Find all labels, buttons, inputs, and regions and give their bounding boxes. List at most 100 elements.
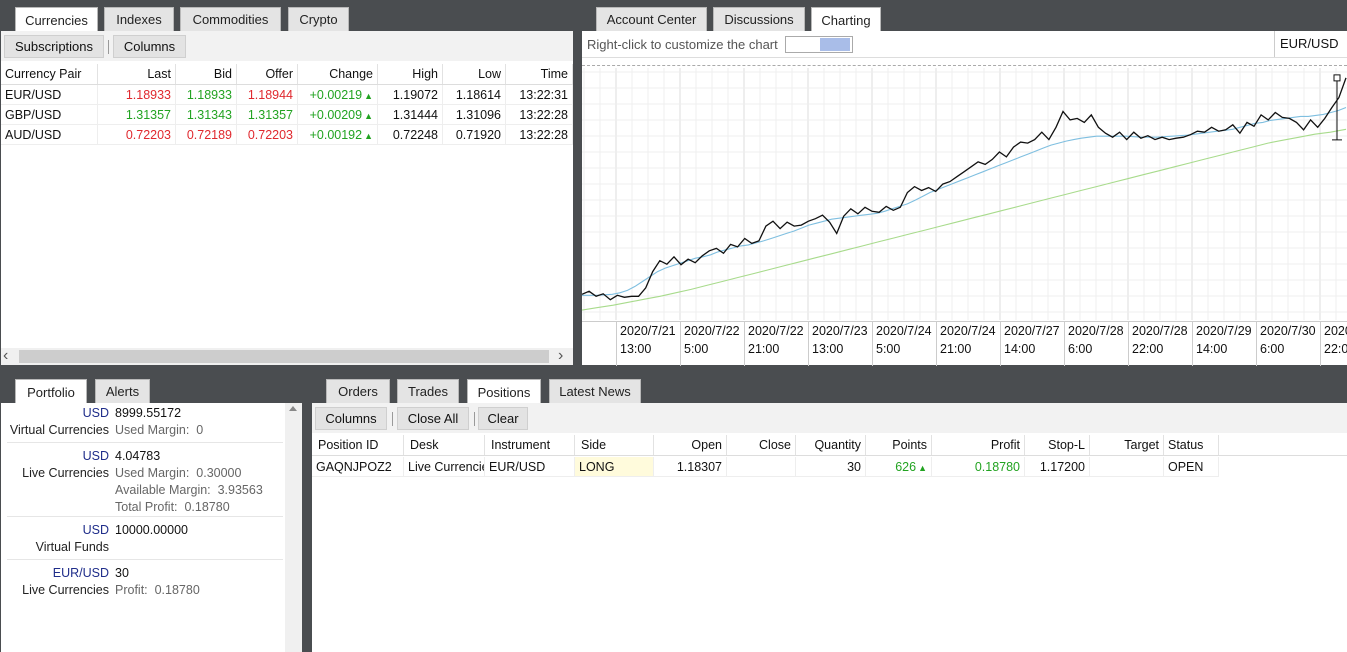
vertical-scrollbar[interactable] (285, 403, 302, 652)
cell-low: 1.31096 (443, 105, 506, 125)
tab-commodities[interactable]: Commodities (180, 7, 281, 31)
cell-close (727, 457, 796, 477)
col-header-profit[interactable]: Profit (932, 435, 1025, 455)
last-price-marker[interactable] (1333, 74, 1341, 82)
table-row[interactable]: GBP/USD 1.31357 1.31343 1.31357 +0.00209 ▲ 1.3… (1, 105, 573, 125)
x-tick-date: 2020/7/28 (1132, 324, 1188, 338)
cell-pair-value: GBP/USD (5, 108, 62, 122)
col-header-bid[interactable]: Bid (176, 64, 237, 84)
tab-orders[interactable]: Orders (326, 379, 390, 403)
x-tick-label: 2020/7/22 5:00 (680, 322, 744, 366)
portfolio-detail: Total Profit: 0.18780 (115, 500, 230, 514)
cell-last-value: 1.31357 (125, 108, 171, 122)
positions-header: Position ID Desk Instrument Side Open Cl… (312, 435, 1347, 456)
cell-pair: GBP/USD (1, 105, 98, 125)
col-header-desk[interactable]: Desk (404, 435, 485, 455)
col-header-points[interactable]: Points (866, 435, 932, 455)
tab-alerts[interactable]: Alerts (95, 379, 150, 403)
portfolio-category: Virtual Funds (35, 540, 109, 554)
col-header-side[interactable]: Side (575, 435, 654, 455)
table-row[interactable]: GAQNJPOZ2 Live Currencies EUR/USD LONG 1.183… (312, 457, 1347, 477)
col-header-high[interactable]: High (378, 64, 443, 84)
cell-time: 13:22:28 (506, 105, 573, 125)
group-divider (7, 559, 283, 560)
cell-offer: 0.72203 (237, 125, 298, 145)
scroll-right-arrow[interactable]: › (558, 347, 572, 364)
columns-button[interactable]: Columns (113, 35, 186, 58)
tab-charting[interactable]: Charting (811, 7, 881, 32)
cell-quantity: 30 (796, 457, 866, 477)
cell-instrument-value: EUR/USD (489, 460, 546, 474)
col-header-status[interactable]: Status (1164, 435, 1219, 455)
scroll-up-arrow[interactable] (289, 406, 297, 411)
cell-offer: 1.18944 (237, 85, 298, 105)
cell-time: 13:22:31 (506, 85, 573, 105)
col-header-position-id[interactable]: Position ID (312, 435, 404, 455)
quotes-header: Currency Pair Last Bid Offer Change High… (1, 64, 573, 85)
tab-positions[interactable]: Positions (467, 379, 541, 404)
x-tick-time: 14:00 (1196, 342, 1228, 356)
tab-trades[interactable]: Trades (397, 379, 459, 403)
table-row[interactable]: EUR/USD 1.18933 1.18933 1.18944 +0.00219 ▲ 1.1… (1, 85, 573, 105)
col-header-last[interactable]: Last (98, 64, 176, 84)
tab-account-center[interactable]: Account Center (596, 7, 707, 31)
columns-button[interactable]: Columns (315, 407, 387, 430)
x-axis: 2020/7/21 13:00 2020/7/22 5:00 2020/7/22 21:0… (582, 321, 1347, 366)
tab-currencies[interactable]: Currencies (15, 7, 98, 32)
x-tick-date: 2020/7/27 (1004, 324, 1060, 338)
price-chart[interactable] (582, 68, 1347, 320)
col-header-close[interactable]: Close (727, 435, 796, 455)
cell-high-value: 0.72248 (392, 128, 438, 142)
cell-offer-value: 1.31357 (247, 108, 293, 122)
col-header-offer[interactable]: Offer (237, 64, 298, 84)
scroll-thumb[interactable] (19, 350, 549, 363)
x-tick-date: 2020/7/28 (1068, 324, 1124, 338)
cell-offer: 1.31357 (237, 105, 298, 125)
portfolio-currency: EUR/USD (52, 566, 109, 580)
cell-low-value: 1.31096 (455, 108, 501, 122)
scroll-left-arrow[interactable]: ‹ (3, 347, 17, 364)
col-header-low[interactable]: Low (443, 64, 506, 84)
cell-change: +0.00219 ▲ (298, 85, 378, 105)
col-header-pair[interactable]: Currency Pair (1, 64, 98, 84)
portfolio-panel: USD 8999.55172 Virtual Currencies Used Marg… (1, 403, 302, 652)
x-tick-label: 2020/7 22:00 (1320, 322, 1347, 366)
horizontal-scrollbar[interactable]: ‹ › (1, 347, 573, 365)
col-header-quantity[interactable]: Quantity (796, 435, 866, 455)
col-header-stop-loss[interactable]: Stop-L (1025, 435, 1090, 455)
col-header-change[interactable]: Change (298, 64, 378, 84)
cell-high: 0.72248 (378, 125, 443, 145)
x-tick-label: 2020/7/22 21:00 (744, 322, 808, 366)
quotes-panel: Subscriptions Columns Currency Pair Last… (1, 31, 573, 365)
chart-input-box[interactable] (785, 36, 853, 53)
col-header-time[interactable]: Time (506, 64, 573, 84)
portfolio-value: 8999.55172 (115, 406, 182, 420)
col-header-open[interactable]: Open (654, 435, 727, 455)
tab-discussions[interactable]: Discussions (713, 7, 805, 31)
x-tick-label: 2020/7/28 22:00 (1128, 322, 1192, 366)
tab-portfolio[interactable]: Portfolio (15, 379, 87, 404)
cell-change: +0.00209 ▲ (298, 105, 378, 125)
subscriptions-button[interactable]: Subscriptions (4, 35, 104, 58)
cell-last: 1.31357 (98, 105, 176, 125)
portfolio-category: Live Currencies (22, 466, 109, 480)
tab-crypto[interactable]: Crypto (288, 7, 349, 31)
col-header-instrument[interactable]: Instrument (485, 435, 575, 455)
cell-high: 1.31444 (378, 105, 443, 125)
x-tick-time: 14:00 (1004, 342, 1036, 356)
cell-id: GAQNJPOZ2 (312, 457, 404, 477)
col-header-target[interactable]: Target (1090, 435, 1164, 455)
toolbar-separator (392, 412, 393, 426)
x-tick-time: 13:00 (620, 342, 652, 356)
toolbar-separator (108, 40, 109, 54)
tab-latest-news[interactable]: Latest News (549, 379, 641, 403)
portfolio-currency: USD (82, 406, 109, 420)
x-tick-time: 22:00 (1132, 342, 1164, 356)
cell-desk-value: Live Currencies (408, 460, 484, 474)
cell-desk: Live Currencies (404, 457, 485, 477)
close-all-button[interactable]: Close All (397, 407, 469, 430)
clear-button[interactable]: Clear (478, 407, 528, 430)
tab-indexes[interactable]: Indexes (104, 7, 174, 31)
up-arrow-icon: ▲ (364, 111, 373, 121)
table-row[interactable]: AUD/USD 0.72203 0.72189 0.72203 +0.00192 ▲ 0.7… (1, 125, 573, 145)
